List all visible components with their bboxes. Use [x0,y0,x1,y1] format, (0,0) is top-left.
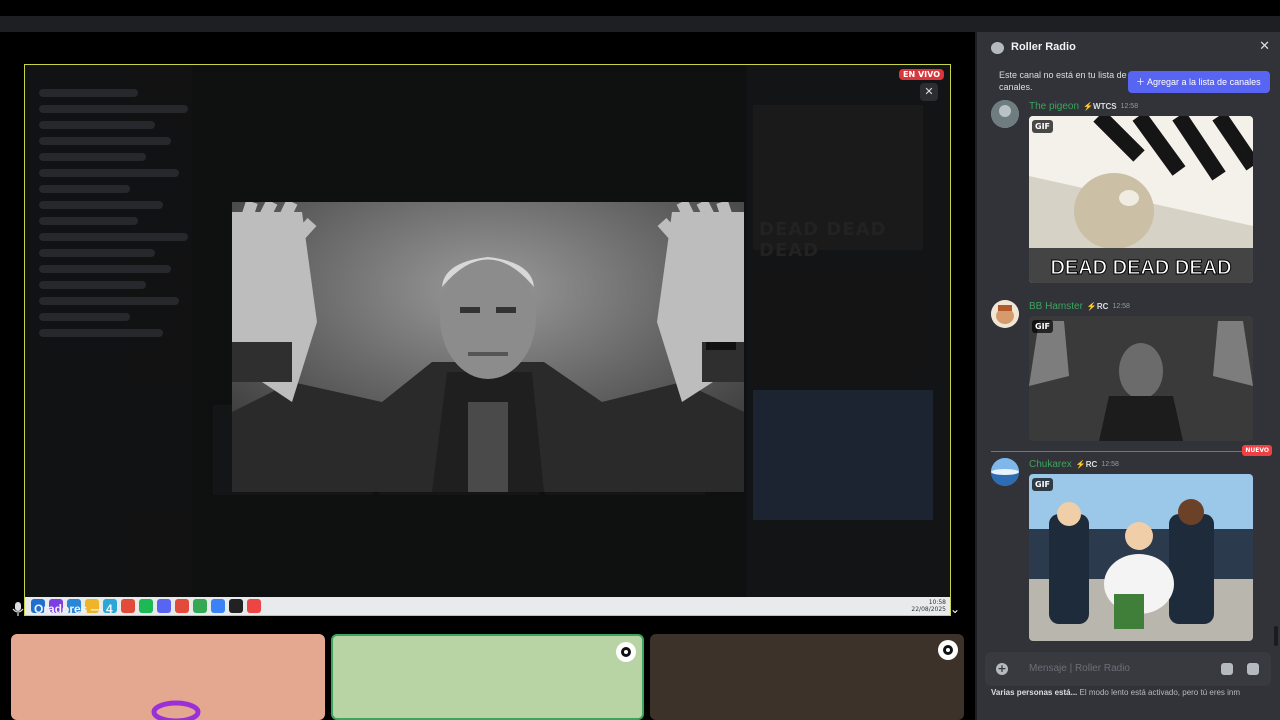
chat-header: Roller Radio ✕ [977,32,1280,64]
clan-tag: ⚡WTCS [1083,102,1117,111]
username[interactable]: BB Hamster [1029,301,1083,312]
new-messages-divider [991,451,1269,452]
typing-who: Varias personas está... [991,688,1078,697]
microphone-icon [12,602,24,616]
stage-area: DEAD DEAD DEAD 10:58 22/08/2025 EN VIVO … [0,32,975,720]
window-titlebar: – □ ✕ [0,0,1280,46]
gif-label: GIF [1032,478,1054,491]
timestamp: 12:58 [1101,461,1119,468]
input-actions [1221,663,1259,675]
gif-attachment[interactable]: GIF [1029,474,1253,641]
message-header: Chukarex ⚡RC 12:58 [1029,459,1119,470]
chat-bubble-icon [991,42,1004,54]
channel-title: Roller Radio [1011,41,1076,53]
avatar[interactable] [991,458,1019,486]
speaker-badge-icon [616,642,636,662]
speakers-header[interactable]: Oradores — 4 ⌄ [0,594,975,624]
chat-panel: Roller Radio ✕ Este canal no está en tu … [977,32,1280,720]
clan-tag: ⚡RC [1086,302,1109,311]
emoji-icon[interactable] [1221,663,1233,675]
plus-icon[interactable]: + [996,663,1008,675]
speaker-tile[interactable] [331,634,644,720]
gif-attachment[interactable]: GIF [1029,316,1253,441]
speaker-tile[interactable] [11,634,325,720]
speakers-label: Oradores — 4 [34,602,113,616]
message-header: BB Hamster ⚡RC 12:58 [1029,301,1130,312]
add-channel-button[interactable]: ＋ Agregar a la lista de canales [1128,71,1270,93]
message-header: The pigeon ⚡WTCS 12:58 [1029,101,1138,112]
blurred-channel-list [39,81,204,345]
avatar[interactable] [991,300,1019,328]
gif-label: GIF [1032,120,1054,133]
close-icon[interactable]: ✕ [920,83,938,101]
add-channel-label: Agregar a la lista de canales [1147,77,1261,87]
scrollbar[interactable] [1274,626,1278,646]
gif-attachment[interactable]: DEAD DEAD DEAD GIF [1029,116,1253,283]
timestamp: 12:58 [1120,103,1139,110]
blurred-gif-caption: DEAD DEAD DEAD [759,219,887,261]
close-icon[interactable]: ✕ [1259,39,1270,54]
speaker-badge-icon [938,640,958,660]
avatar[interactable] [991,100,1019,128]
chevron-down-icon[interactable]: ⌄ [950,602,960,616]
plus-icon: ＋ [1136,77,1148,87]
timestamp: 12:58 [1112,303,1130,310]
slowmode-notice: El modo lento está activado, pero tú ere… [1079,688,1241,697]
screen-share-stream[interactable]: DEAD DEAD DEAD 10:58 22/08/2025 EN VIVO … [24,64,951,616]
live-badge: EN VIVO [899,69,944,80]
gamepad-icon[interactable] [1247,663,1259,675]
username[interactable]: Chukarex [1029,459,1072,470]
speaker-avatar [151,700,201,720]
speaker-tile[interactable] [650,634,964,720]
blurred-gif [753,270,923,380]
typing-indicator: Varias personas está... El modo lento es… [991,688,1280,697]
new-messages-label: NUEVO [1242,445,1272,456]
blurred-gif [753,390,933,520]
gif-label: GIF [1032,320,1054,333]
message-input-bar: + Mensaje | Roller Radio [985,652,1271,686]
gif-caption: DEAD DEAD DEAD [1050,257,1231,279]
username[interactable]: The pigeon [1029,101,1079,112]
enlarged-gif-image [232,202,744,492]
channel-notice: Este canal no está en tu lista de canale… [999,70,1127,92]
clan-tag: ⚡RC [1075,460,1098,469]
message-input[interactable]: Mensaje | Roller Radio [1029,663,1130,674]
